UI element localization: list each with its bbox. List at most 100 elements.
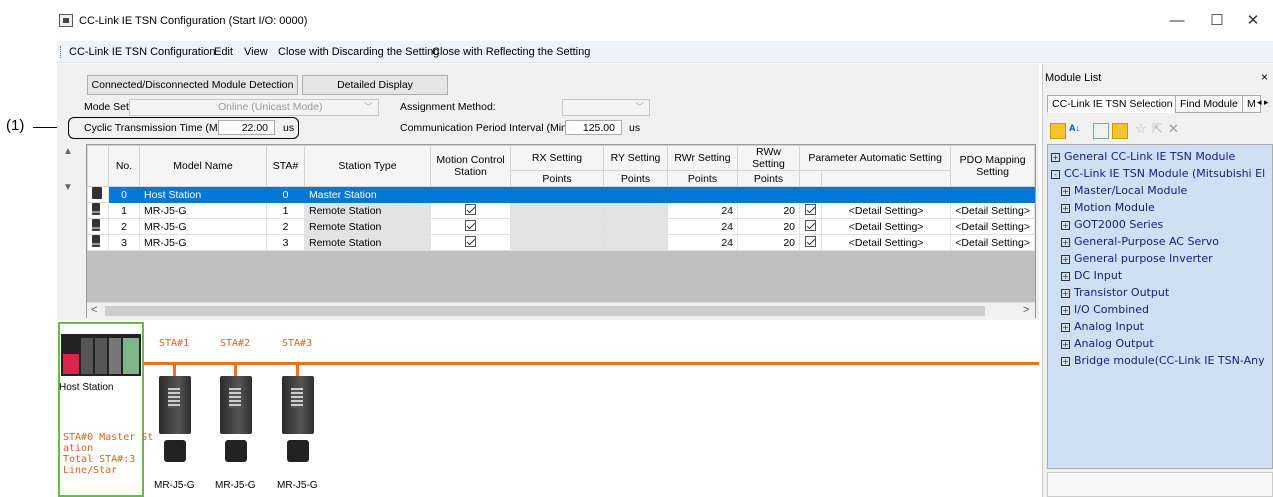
cell-pdo[interactable]: <Detail Setting> (950, 202, 1035, 219)
expand-icon[interactable]: + (1061, 221, 1070, 230)
scroll-up-icon[interactable]: ▲ (63, 146, 73, 157)
tree-item[interactable]: + Analog Input (1051, 318, 1272, 335)
param-checkbox[interactable] (805, 219, 816, 231)
table-row[interactable]: 0 Host Station 0 Master Station (87, 186, 1035, 203)
cell-motion[interactable] (430, 202, 511, 219)
vertical-scrollbar[interactable]: ▲ ▼ (60, 144, 80, 264)
tree-item[interactable]: - CC-Link IE TSN Module (Mitsubishi El (1051, 165, 1272, 182)
tree-item[interactable]: + General-Purpose AC Servo (1051, 233, 1272, 250)
col-sta[interactable]: STA# (266, 145, 305, 187)
cell-rww[interactable]: 20 (737, 202, 800, 219)
view-icon[interactable] (1112, 123, 1128, 139)
module-detection-button[interactable]: Connected/Disconnected Module Detection (87, 75, 298, 95)
expand-icon[interactable]: + (1061, 306, 1070, 315)
col-rww-setting[interactable]: RWw Setting (737, 145, 800, 171)
menu-close-reflect[interactable]: Close with Reflecting the Setting (432, 46, 590, 58)
param-checkbox[interactable] (805, 203, 816, 215)
mode-setting-select[interactable]: Online (Unicast Mode) ﹀ (129, 99, 379, 116)
tree-item[interactable]: + General CC-Link IE TSN Module (1051, 148, 1272, 165)
tree-item[interactable]: + Bridge module(CC-Link IE TSN-Any (1051, 352, 1272, 369)
expand-icon[interactable]: + (1061, 289, 1070, 298)
sort-alpha-icon[interactable]: A↓ (1069, 123, 1085, 139)
cyclic-time-field[interactable]: 22.00 (218, 120, 275, 135)
cell-param-check[interactable] (799, 218, 822, 235)
motion-checkbox[interactable] (465, 235, 476, 247)
tab-find-module[interactable]: Find Module (1175, 95, 1243, 113)
expand-icon[interactable]: + (1061, 238, 1070, 247)
motion-checkbox[interactable] (465, 219, 476, 231)
add-favorite-icon[interactable]: ⇱ (1152, 121, 1163, 137)
sort-category-icon[interactable] (1050, 123, 1066, 139)
expand-icon[interactable]: + (1061, 357, 1070, 366)
col-param-auto[interactable]: Parameter Automatic Setting (798, 145, 952, 171)
tree-item[interactable]: + Motion Module (1051, 199, 1272, 216)
table-row[interactable]: 3 MR-J5-G 3 Remote Station 24 20 <Detail… (87, 234, 1035, 251)
expand-icon[interactable]: + (1061, 323, 1070, 332)
cell-param[interactable]: <Detail Setting> (820, 218, 952, 235)
col-model-name[interactable]: Model Name (139, 145, 267, 187)
col-rwr-setting[interactable]: RWr Setting (667, 145, 738, 171)
cell-pdo[interactable]: <Detail Setting> (950, 218, 1035, 235)
module-list-close-button[interactable]: × (1261, 70, 1268, 84)
col-rx-setting[interactable]: RX Setting (510, 145, 604, 171)
scrollbar-thumb[interactable] (105, 306, 985, 316)
servo-amplifier-3[interactable] (282, 376, 314, 434)
col-station-type[interactable]: Station Type (304, 145, 431, 187)
assignment-method-select[interactable]: ﹀ (562, 99, 650, 116)
col-pdo-mapping[interactable]: PDO Mapping Setting (950, 145, 1035, 187)
collapse-icon[interactable]: - (1051, 170, 1060, 179)
cell-param-check[interactable] (799, 234, 822, 251)
tree-item[interactable]: + GOT2000 Series (1051, 216, 1272, 233)
expand-icon[interactable]: + (1051, 153, 1060, 162)
comm-period-field[interactable]: 125.00 (565, 120, 622, 135)
tree-item[interactable]: + General purpose Inverter (1051, 250, 1272, 267)
cell-rwr[interactable]: 24 (667, 234, 738, 251)
cell-rwr[interactable]: 24 (667, 202, 738, 219)
tree-item[interactable]: + DC Input (1051, 267, 1272, 284)
favorite-icon[interactable]: ☆ (1135, 121, 1147, 137)
close-button[interactable]: ✕ (1233, 10, 1273, 32)
expand-icon[interactable]: + (1061, 187, 1070, 196)
cell-param-check[interactable] (799, 202, 822, 219)
expand-icon[interactable]: + (1061, 204, 1070, 213)
cell-motion[interactable] (430, 218, 511, 235)
table-row[interactable]: 1 MR-J5-G 1 Remote Station 24 20 <Detail… (87, 202, 1035, 219)
cell-param[interactable]: <Detail Setting> (820, 234, 952, 251)
delete-icon[interactable]: ✕ (1168, 121, 1179, 137)
col-motion-control[interactable]: Motion Control Station (430, 145, 511, 187)
cell-pdo[interactable]: <Detail Setting> (950, 234, 1035, 251)
servo-amplifier-2[interactable] (220, 376, 252, 434)
tab-cclink-selection[interactable]: CC-Link IE TSN Selection (1047, 95, 1178, 113)
cell-motion[interactable] (430, 234, 511, 251)
menu-cclink-config[interactable]: CC-Link IE TSN Configuration (69, 46, 216, 58)
param-checkbox[interactable] (805, 235, 816, 247)
tree-item[interactable]: + Analog Output (1051, 335, 1272, 352)
tab-scroll-icon[interactable]: ◂ ▸ (1257, 97, 1269, 108)
cell-rww[interactable]: 20 (737, 234, 800, 251)
servo-amplifier-1[interactable] (159, 376, 191, 434)
scroll-left-icon[interactable]: < (91, 304, 97, 316)
cell-param[interactable]: <Detail Setting> (820, 202, 952, 219)
expand-icon[interactable]: + (1061, 255, 1070, 264)
col-ry-setting[interactable]: RY Setting (603, 145, 668, 171)
detailed-display-button[interactable]: Detailed Display (302, 75, 448, 95)
motion-checkbox[interactable] (465, 203, 476, 215)
cell-rww[interactable]: 20 (737, 218, 800, 235)
horizontal-scrollbar[interactable]: < > (87, 302, 1035, 319)
menu-close-discard[interactable]: Close with Discarding the Setting (278, 46, 439, 58)
cell-rwr[interactable]: 24 (667, 218, 738, 235)
tree-item[interactable]: + Master/Local Module (1051, 182, 1272, 199)
menu-view[interactable]: View (244, 46, 268, 58)
scroll-right-icon[interactable]: > (1023, 304, 1029, 316)
menu-edit[interactable]: Edit (214, 46, 233, 58)
expand-icon[interactable]: + (1061, 272, 1070, 281)
expand-icon[interactable]: + (1061, 340, 1070, 349)
minimize-button[interactable]: — (1157, 10, 1197, 32)
scroll-down-icon[interactable]: ▼ (63, 182, 73, 193)
col-no[interactable]: No. (108, 145, 140, 187)
filter-icon[interactable] (1093, 123, 1109, 139)
table-row[interactable]: 2 MR-J5-G 2 Remote Station 24 20 <Detail… (87, 218, 1035, 235)
maximize-button[interactable]: ☐ (1197, 10, 1237, 32)
tree-item[interactable]: + Transistor Output (1051, 284, 1272, 301)
tree-item[interactable]: + I/O Combined (1051, 301, 1272, 318)
